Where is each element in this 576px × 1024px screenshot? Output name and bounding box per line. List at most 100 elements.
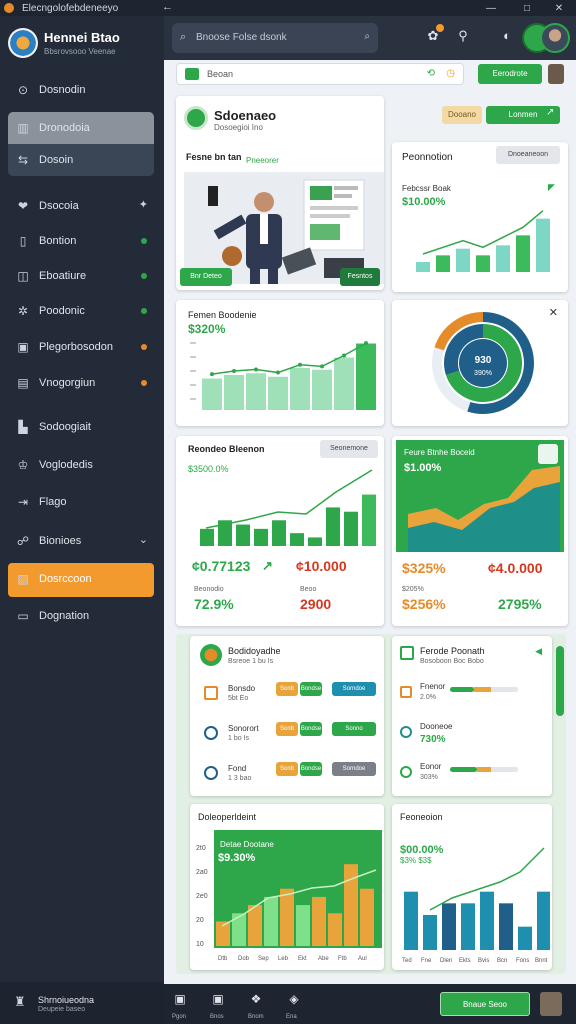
- status-dot: [141, 344, 147, 350]
- list-scrollbar[interactable]: [556, 646, 564, 716]
- close-window-button[interactable]: ✕: [542, 0, 576, 16]
- forecast-x-tick: Fons: [516, 958, 529, 964]
- task-pill-button[interactable]: Sorndoe: [332, 762, 376, 776]
- sidebar-item-icon: ✲: [17, 304, 29, 318]
- task-pill-button[interactable]: Sonb: [276, 682, 298, 696]
- task-icon: [204, 726, 218, 740]
- pin-icon[interactable]: ⚲: [454, 28, 472, 46]
- sidebar-item-14[interactable]: ▭ Dognation: [8, 600, 154, 632]
- revenue-tick: [190, 342, 196, 344]
- task-pill-button[interactable]: Bondse: [300, 682, 322, 696]
- hero-headline: Fesne bn tan: [186, 152, 242, 162]
- filter-input[interactable]: Beoan ⟲ ◷: [176, 63, 464, 85]
- sales-title: Reondeo Bleenon: [188, 444, 265, 454]
- hero-image-button-1[interactable]: Bnr Deteo: [180, 268, 232, 286]
- task-pill-button[interactable]: Sonno: [332, 722, 376, 736]
- donut-value: 930: [475, 355, 492, 366]
- sidebar-item-1[interactable]: ▥ Dronodoia: [8, 112, 154, 144]
- sidebar-item-2[interactable]: ⇆ Dosoin: [8, 144, 154, 176]
- sidebar-item-12[interactable]: ☍ Bionioes ⌄: [8, 525, 154, 557]
- sidebar-item-4[interactable]: ▯ Bontion: [8, 225, 154, 257]
- progress-fill-green: [450, 687, 474, 692]
- search-bar[interactable]: ⌕ Bnoose Folse dsonk ⌕: [172, 23, 378, 53]
- user-avatar[interactable]: [540, 23, 570, 53]
- sidebar-item-label: Bionioes: [39, 535, 82, 547]
- maximize-button[interactable]: □: [510, 0, 544, 16]
- sidebar-item-label: Poodonic: [39, 305, 85, 317]
- sidebar-item-0[interactable]: ⊙ Dosnodin: [8, 74, 154, 106]
- bottom-nav-icon[interactable]: ◈: [286, 992, 302, 1008]
- revenue-point: [298, 362, 302, 367]
- sidebar-item-5[interactable]: ◫ Eboatiure: [8, 260, 154, 292]
- revenue-chart: [190, 341, 376, 410]
- bottom-action-button[interactable]: Bnaue Seoo: [440, 992, 530, 1016]
- filter-avatar[interactable]: [548, 64, 564, 84]
- forecast-bar: [423, 915, 437, 950]
- bottom-nav-icon[interactable]: ▣: [210, 992, 226, 1008]
- sales-filter-button[interactable]: Seonemone: [320, 440, 378, 458]
- sidebar-item-label: Vnogorgiun: [39, 377, 96, 389]
- development-bar: [360, 888, 374, 946]
- sidebar-item-11[interactable]: ⇥ Flago: [8, 486, 154, 518]
- sidebar-item-13[interactable]: ▨ Dosrccoon: [8, 563, 154, 597]
- bottom-nav-icon[interactable]: ❖: [248, 992, 264, 1008]
- progress-menu-icon[interactable]: ◀: [535, 646, 542, 657]
- hero-action-button[interactable]: Dooano: [442, 106, 482, 124]
- progress-row-icon: [400, 686, 412, 698]
- sidebar-item-8[interactable]: ▤ Vnogorgiun: [8, 367, 154, 399]
- performance-bar: [476, 255, 490, 272]
- sidebar-item-9[interactable]: ▙ Sodoogiait: [8, 411, 154, 443]
- task-pill-button[interactable]: Bondse: [300, 722, 322, 736]
- sidebar-item-icon: ⊙: [17, 83, 29, 97]
- task-pill-button[interactable]: Sorndoe: [332, 682, 376, 696]
- brand[interactable]: Hennei Btao Bbsrovsooo Veenae: [8, 22, 158, 66]
- growth-expand-button[interactable]: [538, 444, 558, 464]
- development-x-tick: Ekt: [298, 956, 307, 962]
- task-pill-button[interactable]: Sonb: [276, 722, 298, 736]
- user-role: Deupeie baseo: [38, 1006, 86, 1013]
- task-pill-button[interactable]: Sonb: [276, 762, 298, 776]
- growth-right-value: ¢4.0.000: [488, 560, 543, 576]
- revenue-tick: [190, 356, 196, 358]
- close-icon[interactable]: ✕: [549, 306, 558, 319]
- sidebar-item-side-icon[interactable]: ✦: [139, 198, 148, 211]
- sales-bar: [326, 507, 340, 546]
- clock-icon[interactable]: ◷: [446, 68, 455, 79]
- sidebar-item-icon: ⇥: [17, 495, 29, 509]
- search-submit-icon[interactable]: ⌕: [364, 31, 370, 42]
- refresh-icon[interactable]: ⟲: [427, 68, 435, 79]
- back-icon[interactable]: ←: [162, 1, 173, 13]
- forecast-x-tick: Fne: [421, 958, 432, 964]
- development-chart-title: Detae Dootane: [220, 840, 274, 849]
- sidebar-item-label: Dosnodin: [39, 84, 86, 96]
- progress-title: Ferode Poonath: [420, 646, 485, 656]
- sidebar-item-3[interactable]: ❤ Dsocoia ✦: [8, 190, 154, 222]
- sidebar-item-icon: ▭: [17, 609, 29, 623]
- progress-fill-orange: [473, 687, 491, 692]
- theme-icon[interactable]: ◐: [498, 28, 516, 46]
- hero-image-button-2[interactable]: Fesntos: [340, 268, 380, 286]
- performance-filter-button[interactable]: Dnoeaneoon: [496, 146, 560, 164]
- search-icon: ⌕: [180, 31, 187, 43]
- search-input[interactable]: Bnoose Folse dsonk: [196, 32, 287, 43]
- bottom-nav-label: Pgon: [172, 1014, 187, 1020]
- performance-bar: [416, 262, 430, 272]
- bottom-nav-icon[interactable]: ▣: [172, 992, 188, 1008]
- bottom-bar: ▣ Pgon ▣ Bnos ❖ Bnom ◈ Ena Bnaue Seoo: [164, 984, 576, 1024]
- development-x-tick: Abe: [318, 956, 329, 962]
- sidebar-item-icon: ▤: [17, 376, 29, 390]
- growth-card: Feure Btnhe Boceid $1.00% $325% ¢4.0.000…: [392, 436, 568, 626]
- development-bar: [232, 913, 246, 946]
- sidebar-item-6[interactable]: ✲ Poodonic: [8, 295, 154, 327]
- minimize-button[interactable]: —: [474, 0, 508, 16]
- growth-left-pct: $325%: [402, 560, 446, 576]
- bottom-avatar[interactable]: [540, 992, 562, 1016]
- sidebar-item-10[interactable]: ♔ Voglodedis: [8, 449, 154, 481]
- user-footer[interactable]: ♜ Shrnoiueodna Deupeie baseo: [0, 982, 164, 1024]
- development-bar: [280, 888, 294, 946]
- sidebar-item-side-icon[interactable]: ⌄: [139, 533, 148, 546]
- task-pill-button[interactable]: Bondse: [300, 762, 322, 776]
- sidebar-item-7[interactable]: ▣ Plegorbosodon: [8, 331, 154, 363]
- filter-apply-button[interactable]: Eerodrote: [478, 64, 542, 84]
- revenue-tick: [190, 398, 196, 400]
